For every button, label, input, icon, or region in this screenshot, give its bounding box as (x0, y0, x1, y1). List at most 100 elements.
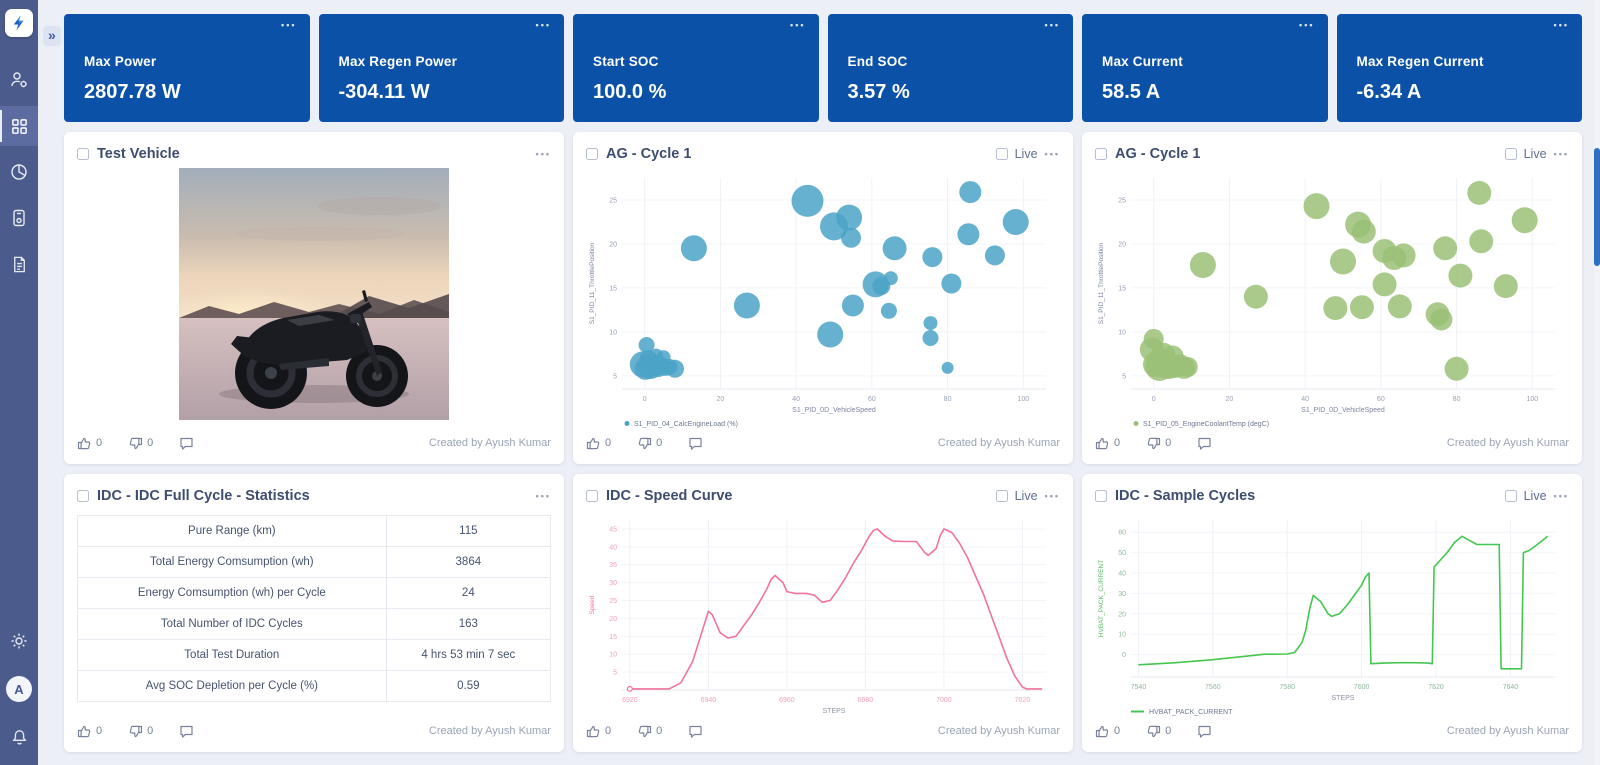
comment-button[interactable] (1197, 436, 1212, 451)
dislike-button[interactable]: 0 (637, 724, 662, 739)
live-checkbox[interactable] (1504, 490, 1517, 502)
sidebar: A (0, 0, 38, 765)
thumbs-down-icon (638, 725, 652, 737)
card-select-checkbox[interactable] (1095, 490, 1107, 502)
comment-button[interactable] (1197, 724, 1212, 739)
svg-text:S1_PID_11_ThrottlePosition: S1_PID_11_ThrottlePosition (1098, 242, 1105, 324)
kpi-row: ••• Max Power 2807.78 W ••• Max Regen Po… (64, 14, 1582, 122)
card-menu-icon[interactable]: ••• (536, 149, 551, 159)
stat-value: 163 (385, 608, 551, 640)
dislike-button[interactable]: 0 (637, 436, 662, 451)
kpi-card-max-power: ••• Max Power 2807.78 W (64, 14, 310, 122)
sidebar-item-dashboards[interactable] (0, 106, 38, 146)
dashboard-grid-icon (11, 118, 27, 134)
card-select-checkbox[interactable] (1095, 148, 1107, 160)
svg-text:35: 35 (609, 562, 617, 569)
card-menu-icon[interactable]: ••• (536, 491, 551, 501)
sidebar-item-device-tests[interactable] (0, 198, 38, 238)
svg-text:7020: 7020 (1015, 697, 1031, 704)
card-idc-sample-cycles: IDC - Sample Cycles Live ••• 7540 7560 758… (1082, 474, 1582, 752)
dislike-button[interactable]: 0 (1146, 436, 1171, 451)
like-button[interactable]: 0 (1095, 724, 1120, 739)
live-label: Live (1523, 489, 1547, 503)
app-logo[interactable] (5, 9, 33, 37)
card-menu-icon[interactable]: ••• (1554, 491, 1569, 501)
svg-text:25: 25 (1118, 197, 1126, 204)
thumbs-down-icon (129, 437, 143, 449)
svg-text:40: 40 (609, 544, 617, 551)
card-menu-icon[interactable]: ••• (536, 20, 551, 30)
report-document-icon (13, 256, 25, 272)
comment-button[interactable] (688, 724, 703, 739)
dislike-button[interactable]: 0 (1146, 724, 1171, 739)
card-menu-icon[interactable]: ••• (281, 20, 296, 30)
card-title: AG - Cycle 1 (606, 146, 692, 162)
svg-text:15: 15 (1118, 285, 1126, 292)
card-menu-icon[interactable]: ••• (1045, 491, 1060, 501)
card-title: IDC - Speed Curve (606, 488, 733, 504)
thumbs-down-icon (129, 725, 143, 737)
live-checkbox[interactable] (995, 148, 1008, 160)
bubble-chart-coolant-temp: 0 20 40 60 80 100 5 10 15 20 25 S1_PID_0D_VehicleSp… (1095, 168, 1569, 430)
comment-button[interactable] (688, 436, 703, 451)
thumbs-down-icon (1147, 725, 1161, 737)
dislike-button[interactable]: 0 (128, 724, 153, 739)
comment-button[interactable] (179, 436, 194, 451)
user-avatar[interactable]: A (6, 676, 32, 702)
live-checkbox[interactable] (995, 490, 1008, 502)
sidebar-expand-button[interactable]: » (43, 26, 61, 46)
bubble-chart-engine-load: 0 20 40 60 80 100 5 10 15 20 25 S1_PID_0D_VehicleSp… (586, 168, 1060, 430)
gear-icon (11, 633, 27, 649)
comment-button[interactable] (179, 724, 194, 739)
card-menu-icon[interactable]: ••• (1045, 20, 1060, 30)
stat-value: 24 (385, 577, 551, 609)
card-menu-icon[interactable]: ••• (1554, 149, 1569, 159)
dislike-button[interactable]: 0 (128, 436, 153, 451)
card-title: Test Vehicle (97, 146, 180, 162)
dislike-count: 0 (656, 725, 663, 737)
created-by-label: Created by Ayush Kumar (937, 725, 1060, 737)
card-menu-icon[interactable]: ••• (790, 20, 805, 30)
live-label: Live (1014, 147, 1038, 161)
card-menu-icon[interactable]: ••• (1045, 149, 1060, 159)
svg-text:20: 20 (609, 616, 617, 623)
live-checkbox[interactable] (1504, 148, 1517, 160)
svg-text:60: 60 (1377, 396, 1385, 403)
table-row: Total Number of IDC Cycles 163 (77, 608, 551, 640)
comment-icon (180, 725, 193, 738)
scrollbar-thumb[interactable] (1594, 148, 1600, 266)
svg-text:STEPS: STEPS (823, 708, 846, 715)
table-row: Pure Range (km) 115 (77, 515, 551, 547)
sidebar-item-notifications[interactable] (0, 717, 38, 757)
sidebar-item-user-management[interactable] (0, 60, 38, 100)
svg-text:6940: 6940 (701, 697, 717, 704)
card-idc-statistics: IDC - IDC Full Cycle - Statistics ••• Pu… (64, 474, 564, 752)
created-by-label: Created by Ayush Kumar (428, 437, 551, 449)
like-button[interactable]: 0 (1095, 436, 1120, 451)
svg-text:40: 40 (1118, 571, 1126, 578)
svg-text:20: 20 (717, 396, 725, 403)
like-button[interactable]: 0 (586, 724, 611, 739)
svg-text:100: 100 (1017, 396, 1029, 403)
card-select-checkbox[interactable] (586, 490, 598, 502)
like-button[interactable]: 0 (77, 724, 102, 739)
card-menu-icon[interactable]: ••• (1554, 20, 1569, 30)
sidebar-item-reports[interactable] (0, 244, 38, 284)
stat-value: 4 hrs 53 min 7 sec (385, 639, 551, 671)
dislike-count: 0 (147, 725, 154, 737)
svg-text:25: 25 (609, 197, 617, 204)
thumbs-down-icon (1147, 437, 1161, 449)
card-select-checkbox[interactable] (586, 148, 598, 160)
svg-text:15: 15 (609, 634, 617, 641)
bell-icon (12, 729, 26, 745)
like-button[interactable]: 0 (586, 436, 611, 451)
like-button[interactable]: 0 (77, 436, 102, 451)
line-chart-speed-curve: 6920 6940 6960 6980 7000 7020 5 10 15 20 25 30 35 40 4… (586, 510, 1060, 718)
sidebar-item-settings[interactable] (0, 621, 38, 661)
table-row: Total Energy Comsumption (wh) 3864 (77, 546, 551, 578)
card-select-checkbox[interactable] (77, 490, 89, 502)
card-select-checkbox[interactable] (77, 148, 89, 160)
sidebar-item-analytics[interactable] (0, 152, 38, 192)
svg-text:10: 10 (1118, 329, 1126, 336)
card-menu-icon[interactable]: ••• (1299, 20, 1314, 30)
